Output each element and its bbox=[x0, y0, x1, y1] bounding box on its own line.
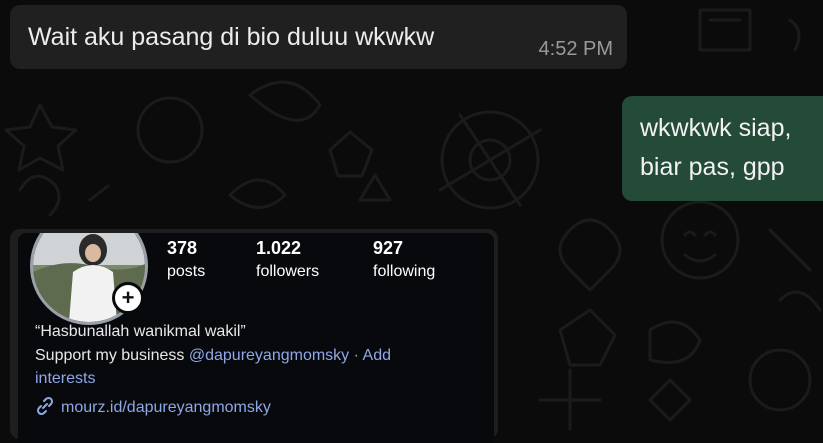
incoming-message-bubble[interactable]: Wait aku pasang di bio duluu wkwkw 4:52 … bbox=[10, 5, 627, 69]
posts-label: posts bbox=[167, 263, 206, 280]
link-icon bbox=[36, 396, 54, 416]
message-text-line-2: biar pas, gpp bbox=[640, 153, 785, 181]
message-text-line-1: wkwkwk siap, bbox=[640, 114, 792, 142]
bio-quote: “Hasbunallah wanikmal wakil” bbox=[35, 323, 246, 340]
message-timestamp: 4:52 PM bbox=[538, 38, 613, 60]
following-label: following bbox=[373, 263, 436, 280]
add-story-plus-icon: + bbox=[112, 282, 144, 314]
followers-stat: 1.022 followers bbox=[256, 238, 319, 281]
following-count: 927 bbox=[373, 238, 404, 258]
profile-url-text: mourz.id/dapureyangmomsky bbox=[61, 399, 271, 416]
bio-add-link: Add bbox=[362, 347, 391, 364]
bio-interests-link: interests bbox=[35, 370, 96, 387]
outgoing-message-bubble[interactable]: wkwkwk siap, biar pas, gpp bbox=[622, 96, 823, 201]
bio-line: Support my business @dapureyangmomsky · … bbox=[35, 347, 391, 365]
followers-count: 1.022 bbox=[256, 238, 302, 258]
profile-screenshot-image[interactable]: + 378 posts 1.022 followers 927 followin… bbox=[18, 233, 494, 443]
followers-label: followers bbox=[256, 263, 320, 280]
posts-stat: 378 posts bbox=[167, 238, 205, 281]
bio-separator: · bbox=[349, 347, 363, 364]
profile-url: mourz.id/dapureyangmomsky bbox=[35, 396, 271, 417]
following-stat: 927 following bbox=[373, 238, 435, 281]
bio-prefix: Support my business bbox=[35, 347, 185, 364]
posts-count: 378 bbox=[167, 238, 198, 258]
message-text: Wait aku pasang di bio duluu wkwkw bbox=[28, 23, 435, 51]
bio-mention-link: @dapureyangmomsky bbox=[188, 347, 350, 364]
